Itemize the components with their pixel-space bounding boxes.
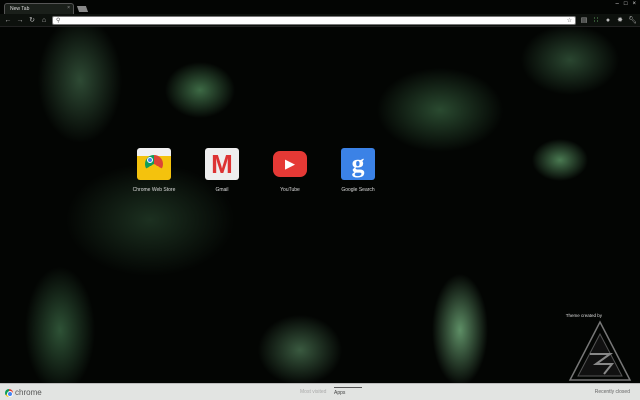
app-youtube[interactable]: ▶ YouTube (264, 148, 316, 193)
theme-author-logo (568, 320, 632, 381)
home-icon[interactable]: ⌂ (40, 17, 48, 24)
close-tab-icon[interactable]: × (67, 5, 70, 11)
app-gmail[interactable]: M Gmail (196, 148, 248, 193)
star-icon[interactable]: ☆ (567, 17, 572, 24)
toolbar: ← → ↻ ⌂ ⚲ ☆ ▤ ∷ ● ✸ 🔧︎ (0, 14, 640, 27)
brand-text: chrome (15, 388, 42, 397)
google-search-icon: g (341, 148, 375, 180)
extension-icon[interactable]: ∷ (592, 16, 600, 24)
ntp-footer: chrome Most visited Apps Recently closed (0, 383, 640, 400)
omnibox[interactable]: ⚲ ☆ (52, 15, 576, 25)
maximize-button[interactable]: □ (624, 1, 628, 7)
close-window-button[interactable]: × (632, 1, 636, 7)
app-google-search[interactable]: g Google Search (332, 148, 384, 193)
recently-closed-menu[interactable]: Recently closed (595, 389, 630, 395)
extension-icon[interactable]: ▤ (580, 16, 588, 24)
reload-icon[interactable]: ↻ (28, 16, 36, 24)
apps-grid: Chrome Web Store M Gmail ▶ YouTube g Goo… (128, 148, 384, 193)
app-label: Google Search (341, 187, 375, 193)
tab-apps[interactable]: Apps (334, 387, 362, 396)
extension-icon[interactable]: ● (604, 17, 612, 24)
back-icon[interactable]: ← (4, 17, 12, 24)
tab-new-tab[interactable]: New Tab × (4, 3, 74, 14)
minimize-button[interactable]: – (616, 1, 619, 7)
theme-credit: Theme created by (565, 313, 602, 318)
wrench-icon[interactable]: 🔧︎ (628, 16, 637, 24)
theme-background (0, 0, 640, 400)
extension-icon[interactable]: ✸ (616, 16, 624, 24)
app-label: Gmail (215, 187, 229, 193)
search-icon: ⚲ (56, 17, 61, 24)
tab-most-visited[interactable]: Most visited (300, 387, 326, 395)
tab-title: New Tab (10, 6, 30, 12)
chrome-icon (5, 388, 13, 397)
title-bar: New Tab × – □ × (0, 0, 640, 14)
app-label: YouTube (280, 187, 300, 193)
chrome-web-store-icon (137, 148, 171, 180)
youtube-icon: ▶ (273, 151, 307, 177)
app-label: Chrome Web Store (132, 187, 176, 193)
chrome-logo: chrome (5, 388, 42, 397)
gmail-icon: M (205, 148, 239, 180)
forward-icon[interactable]: → (16, 17, 24, 24)
app-chrome-web-store[interactable]: Chrome Web Store (128, 148, 180, 193)
new-tab-button[interactable] (76, 6, 89, 12)
